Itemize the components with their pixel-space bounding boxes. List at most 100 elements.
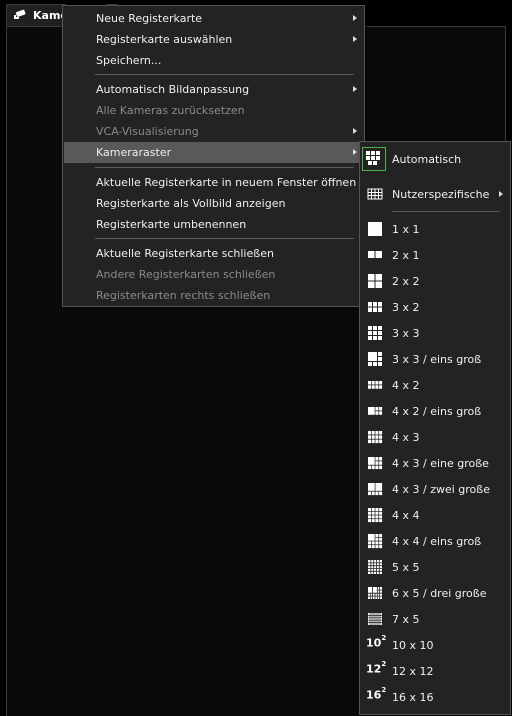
menu-item-fullscreen[interactable]: Registerkarte als Vollbild anzeigen (64, 193, 363, 214)
grid-item-1x1[interactable]: 1 x 1 (361, 216, 509, 242)
menu-item-label: Aktuelle Registerkarte in neuem Fenster … (96, 176, 357, 189)
submenu-arrow-icon (353, 86, 357, 92)
grid-item-label: 2 x 1 (392, 248, 420, 262)
grid-item-label: 16 x 16 (392, 690, 434, 704)
icon-base: 16 (366, 688, 382, 702)
grid-4x2-one-large-icon (367, 403, 383, 419)
grid-item-4x4-one-large[interactable]: 4 x 4 / eins groß (361, 528, 509, 554)
grid-1x1-icon (367, 221, 383, 237)
menu-separator (95, 74, 354, 75)
grid-item-6x5-three-large[interactable]: 6 x 5 / drei große (361, 580, 509, 606)
icon-exponent: 2 (381, 634, 387, 642)
menu-item-label: Registerkarte umbenennen (96, 218, 247, 231)
menu-item-auto-fit[interactable]: Automatisch Bildanpassung (64, 79, 363, 100)
menu-item-close-current[interactable]: Aktuelle Registerkarte schließen (64, 243, 363, 264)
menu-item-new-tab[interactable]: Neue Registerkarte (64, 8, 363, 29)
menu-separator (95, 238, 354, 239)
grid-item-12x12[interactable]: 122 12 x 12 (361, 658, 509, 684)
menu-item-close-right: Registerkarten rechts schließen (64, 285, 363, 306)
grid-2x1-icon (367, 247, 383, 263)
grid-item-custom[interactable]: Nutzerspezifische (361, 181, 509, 207)
grid-item-label: 4 x 3 (392, 430, 420, 444)
grid-7x5-icon (367, 611, 383, 627)
grid-item-label: 3 x 3 (392, 326, 420, 340)
grid-4x3-two-large-icon (367, 481, 383, 497)
grid-item-4x3-one-large[interactable]: 4 x 3 / eine große (361, 450, 509, 476)
grid-2x2-icon (367, 273, 383, 289)
grid-item-label: Nutzerspezifische (392, 187, 490, 201)
grid-item-4x2-one-large[interactable]: 4 x 2 / eins groß (361, 398, 509, 424)
grid-submenu: Automatisch Nutzerspezifische 1 x 1 2 x … (359, 141, 511, 715)
grid-item-label: 4 x 3 / eine große (392, 456, 489, 470)
icon-exponent: 2 (381, 686, 387, 694)
grid-4x3-one-large-icon (367, 455, 383, 471)
grid-item-3x3-one-large[interactable]: 3 x 3 / eins groß (361, 346, 509, 372)
grid-item-5x5[interactable]: 5 x 5 (361, 554, 509, 580)
menu-item-label: Kameraraster (96, 146, 172, 159)
menu-item-open-new-window[interactable]: Aktuelle Registerkarte in neuem Fenster … (64, 172, 363, 193)
grid-item-16x16[interactable]: 162 16 x 16 (361, 684, 509, 710)
grid-item-4x4[interactable]: 4 x 4 (361, 502, 509, 528)
grid-item-label: 3 x 2 (392, 300, 420, 314)
grid-item-4x3[interactable]: 4 x 3 (361, 424, 509, 450)
submenu-arrow-icon (353, 149, 357, 155)
menu-item-label: Registerkarten rechts schließen (96, 289, 271, 302)
grid-4x4-icon (367, 507, 383, 523)
grid-item-4x3-two-large[interactable]: 4 x 3 / zwei große (361, 476, 509, 502)
grid-item-label: 4 x 2 / eins groß (392, 404, 482, 418)
grid-6x5-three-large-icon (367, 585, 383, 601)
grid-item-label: 1 x 1 (392, 222, 420, 236)
menu-item-rename[interactable]: Registerkarte umbenennen (64, 214, 363, 235)
app-window: Kame Neue Registerkarte Registerkarte au… (0, 0, 512, 716)
grid-item-label: 5 x 5 (392, 560, 420, 574)
grid-item-label: 2 x 2 (392, 274, 420, 288)
menu-separator (95, 167, 354, 168)
menu-item-label: Aktuelle Registerkarte schließen (96, 247, 274, 260)
grid-item-3x3[interactable]: 3 x 3 (361, 320, 509, 346)
grid-item-automatic[interactable]: Automatisch (361, 146, 509, 172)
grid-item-label: 4 x 2 (392, 378, 420, 392)
menu-item-close-others: Andere Registerkarten schließen (64, 264, 363, 285)
grid-10x10-icon: 102 (366, 634, 387, 650)
grid-item-label: 7 x 5 (392, 612, 420, 626)
camera-icon (13, 8, 29, 23)
grid-item-7x5[interactable]: 7 x 5 (361, 606, 509, 632)
grid-item-label: 4 x 3 / zwei große (392, 482, 490, 496)
grid-item-4x2[interactable]: 4 x 2 (361, 372, 509, 398)
grid-item-label: 3 x 3 / eins groß (392, 352, 482, 366)
menu-item-label: Andere Registerkarten schließen (96, 268, 276, 281)
submenu-arrow-icon (353, 15, 357, 21)
submenu-separator (392, 211, 500, 212)
tab-cameras[interactable]: Kame (6, 4, 66, 26)
icon-base: 12 (366, 662, 382, 676)
grid-3x3-icon (367, 325, 383, 341)
submenu-arrow-icon (353, 128, 357, 134)
grid-item-label: 4 x 4 / eins groß (392, 534, 482, 548)
custom-grid-icon (367, 186, 383, 202)
grid-item-10x10[interactable]: 102 10 x 10 (361, 632, 509, 658)
submenu-arrow-icon (353, 36, 357, 42)
grid-item-label: 6 x 5 / drei große (392, 586, 487, 600)
grid-item-label: 12 x 12 (392, 664, 434, 678)
auto-grid-icon (362, 147, 386, 171)
menu-item-reset-cameras: Alle Kameras zurücksetzen (64, 100, 363, 121)
grid-item-label: Automatisch (392, 152, 462, 166)
grid-4x4-one-large-icon (367, 533, 383, 549)
grid-4x2-icon (367, 377, 383, 393)
menu-item-select-tab[interactable]: Registerkarte auswählen (64, 29, 363, 50)
grid-item-2x1[interactable]: 2 x 1 (361, 242, 509, 268)
grid-4x3-icon (367, 429, 383, 445)
menu-item-label: Alle Kameras zurücksetzen (96, 104, 245, 117)
grid-3x2-icon (367, 299, 383, 315)
icon-base: 10 (366, 636, 382, 650)
menu-item-vca: VCA-Visualisierung (64, 121, 363, 142)
grid-3x3-one-large-icon (367, 351, 383, 367)
icon-exponent: 2 (381, 660, 387, 668)
menu-item-label: Registerkarte als Vollbild anzeigen (96, 197, 286, 210)
menu-item-save[interactable]: Speichern... (64, 50, 363, 71)
menu-item-label: Registerkarte auswählen (96, 33, 233, 46)
grid-item-3x2[interactable]: 3 x 2 (361, 294, 509, 320)
grid-5x5-icon (367, 559, 383, 575)
grid-item-2x2[interactable]: 2 x 2 (361, 268, 509, 294)
menu-item-camera-grid[interactable]: Kameraraster (64, 142, 363, 163)
